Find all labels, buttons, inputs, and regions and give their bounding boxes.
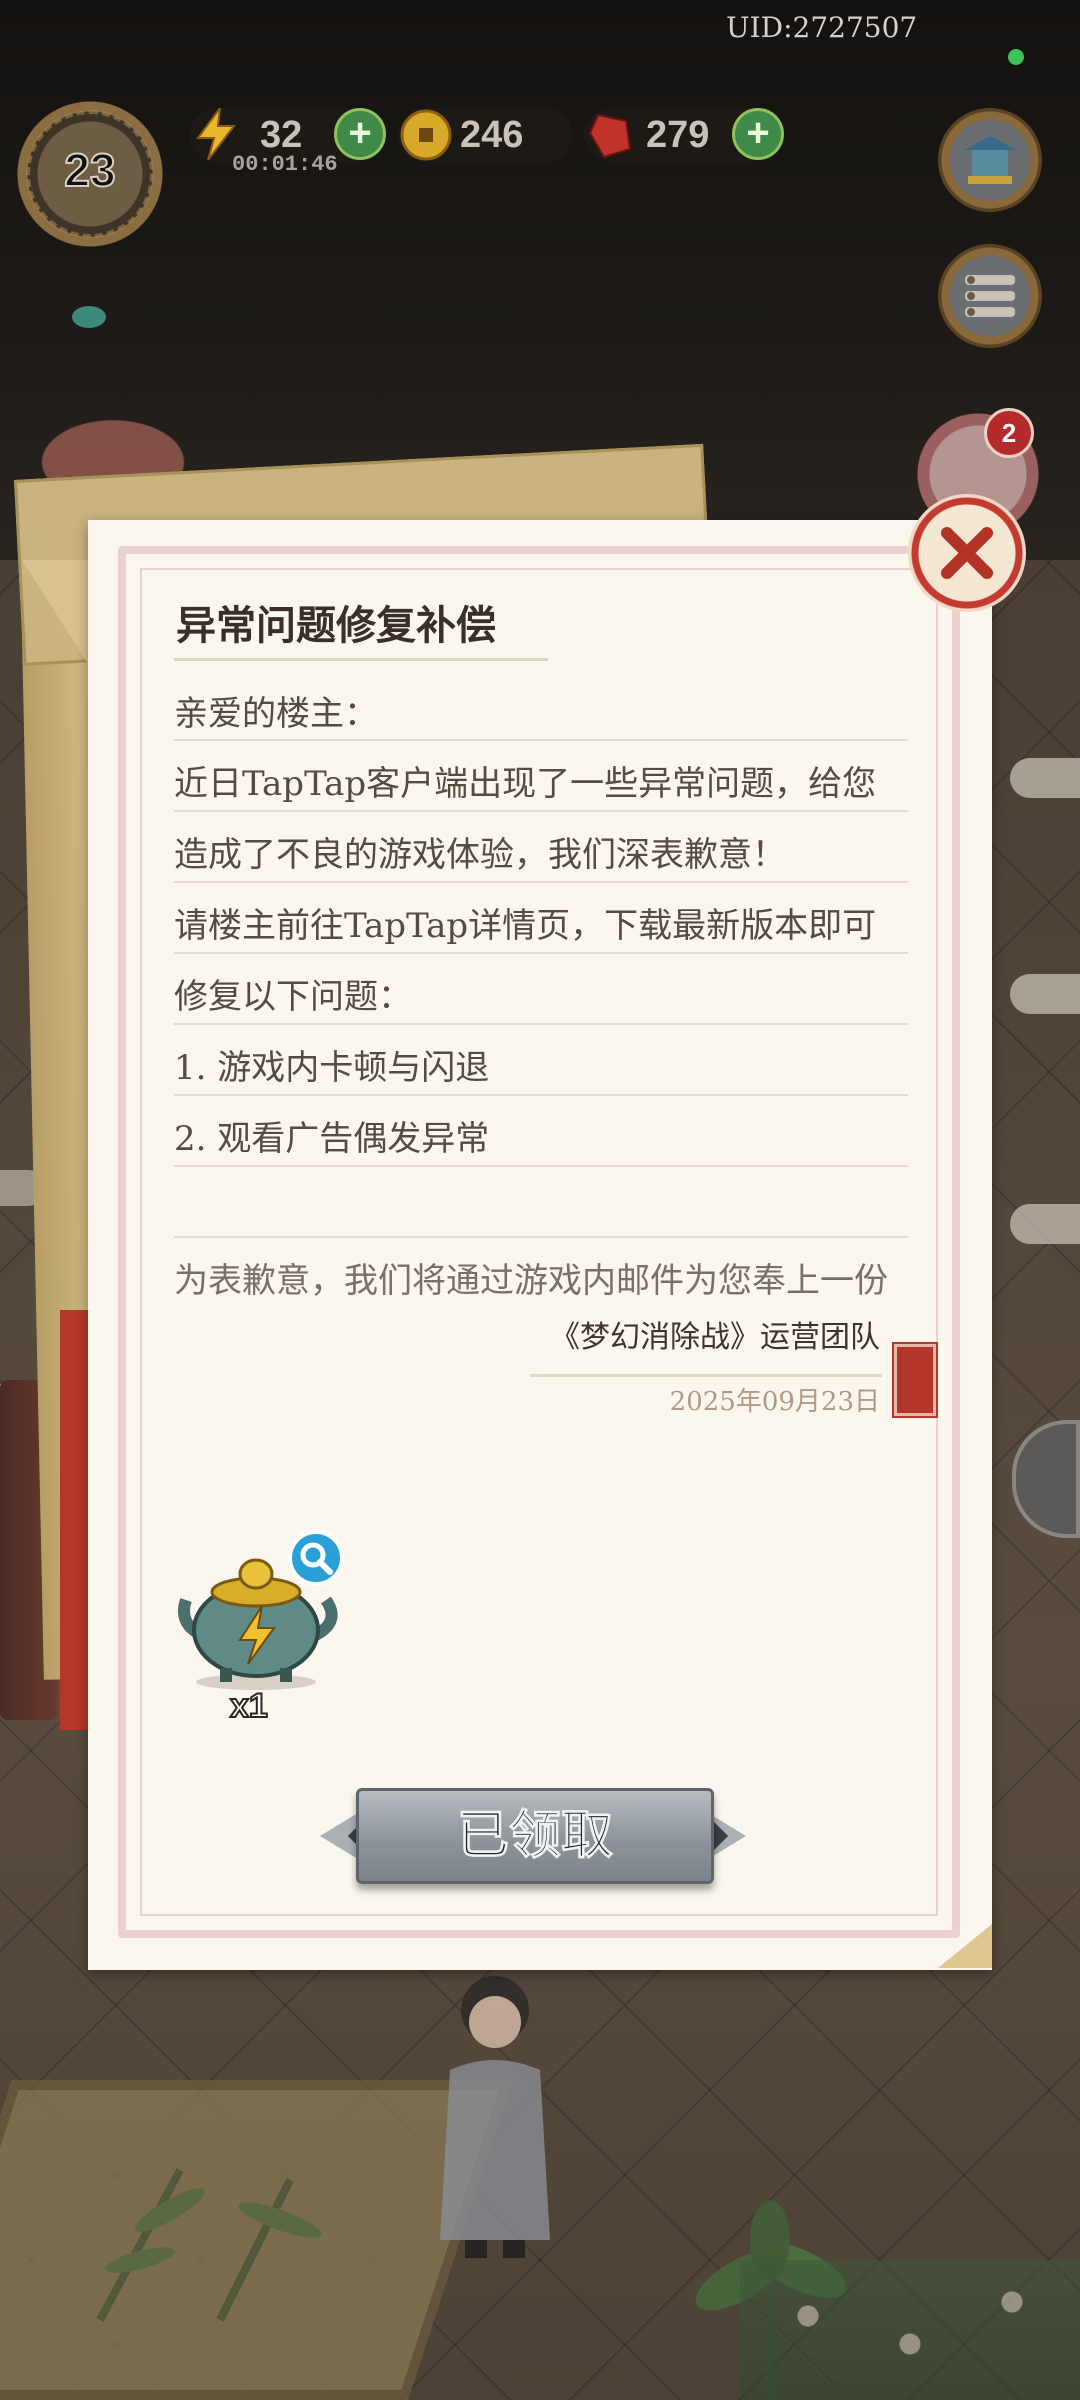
bamboo-painting xyxy=(96,2168,322,2322)
claimed-button[interactable]: 已领取 xyxy=(356,1788,714,1884)
red-seal-stamp xyxy=(892,1342,938,1418)
mail-date: 2025年09月23日 xyxy=(669,1387,880,1417)
uid-label: UID:2727507 xyxy=(726,11,918,44)
leaf-icon xyxy=(72,306,106,328)
add-energy-button[interactable]: + xyxy=(334,108,386,160)
signature-rule xyxy=(530,1374,882,1377)
player-level: 23 xyxy=(63,143,116,197)
energy-timer: 00:01:46 xyxy=(232,152,338,177)
mail-signature: 《梦幻消除战》运营团队 xyxy=(550,1320,880,1355)
mail-fix-item: 1. 游戏内卡顿与闪退 xyxy=(174,1048,490,1088)
ruled-line xyxy=(174,1167,908,1238)
network-status-icon xyxy=(1008,49,1024,65)
shop-button[interactable] xyxy=(938,108,1042,212)
close-button[interactable] xyxy=(908,494,1026,612)
rabbit-notification-badge: 2 xyxy=(984,408,1034,458)
gem-value: 279 xyxy=(646,114,710,156)
flower-bed xyxy=(740,2260,1080,2400)
mail-body-line: 为表歉意，我们将通过游戏内邮件为您奉上一份 xyxy=(174,1261,888,1301)
mail-body-line: 修复以下问题： xyxy=(174,977,412,1017)
close-icon xyxy=(941,527,993,579)
mail-body-line: 造成了不良的游戏体验，我们深表歉意！ xyxy=(174,835,786,875)
coin-counter: 246 xyxy=(398,108,572,162)
mail-title: 异常问题修复补偿 xyxy=(176,602,496,649)
innkeeper-character xyxy=(440,1976,550,2258)
side-tag xyxy=(1010,1204,1080,1244)
mail-body-line: 请楼主前往TapTap详情页，下载最新版本即可 xyxy=(174,906,877,946)
side-tag xyxy=(1010,758,1080,798)
title-underline xyxy=(174,658,548,661)
mail-greeting: 亲爱的楼主： xyxy=(174,694,378,734)
coin-value: 246 xyxy=(460,114,524,156)
side-tag xyxy=(1010,974,1080,1014)
pavilion-icon xyxy=(964,136,1016,184)
magnifier-icon[interactable] xyxy=(288,1530,344,1586)
mail-body-line: 近日TapTap客户端出现了一些异常问题，给您 xyxy=(174,764,877,804)
add-gem-button[interactable]: + xyxy=(732,108,784,160)
reward-count: x1 xyxy=(229,1686,269,1726)
menu-button[interactable] xyxy=(938,244,1042,348)
red-gem-icon xyxy=(584,109,636,161)
coin-icon xyxy=(400,109,452,161)
player-level-badge[interactable]: 23 xyxy=(16,100,164,328)
mail-fix-item: 2. 观看广告偶发异常 xyxy=(174,1119,490,1159)
menu-list-icon xyxy=(965,275,1015,317)
